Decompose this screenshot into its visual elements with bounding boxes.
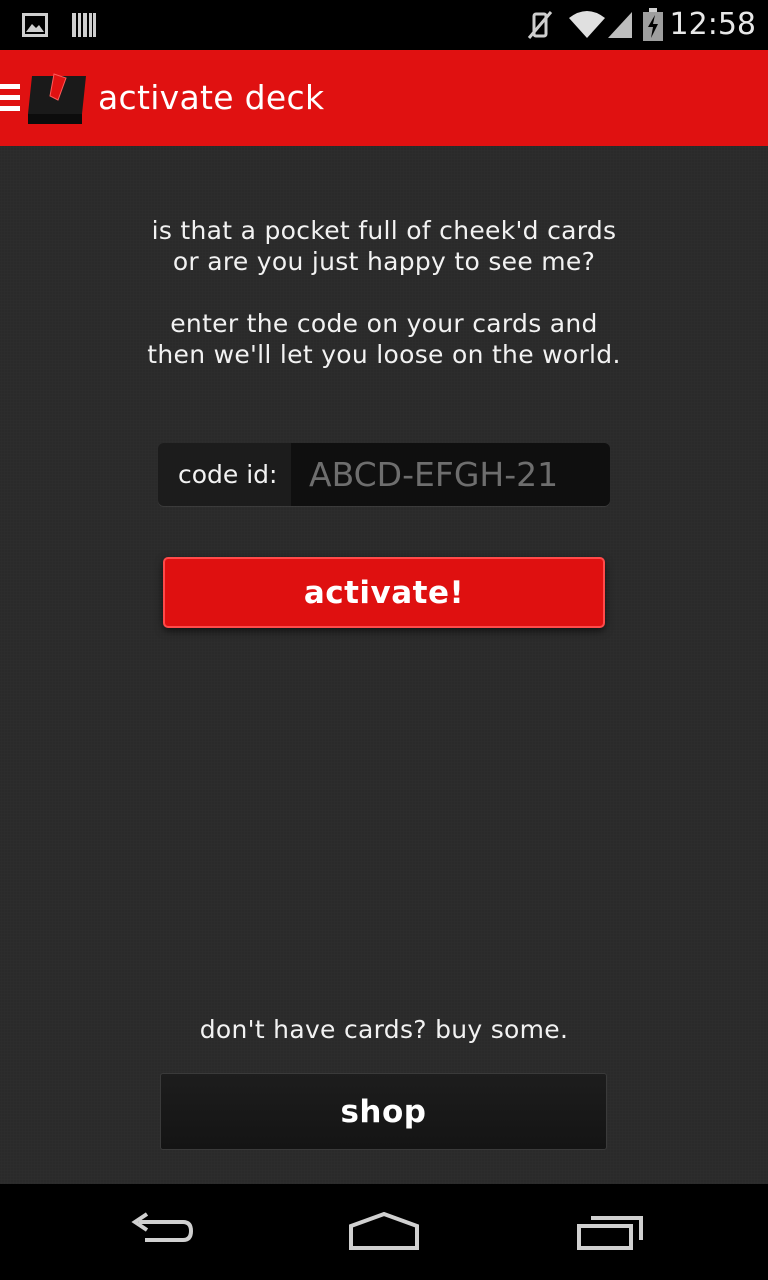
main-content: is that a pocket full of cheek'd cards o… bbox=[0, 146, 768, 1184]
buy-prompt: don't have cards? buy some. bbox=[199, 1015, 569, 1044]
home-icon[interactable] bbox=[324, 1184, 444, 1280]
shop-button[interactable]: shop bbox=[160, 1073, 607, 1150]
battery-icon bbox=[642, 0, 664, 50]
code-id-label: code id: bbox=[178, 460, 278, 489]
wifi-icon bbox=[568, 0, 606, 50]
app-bar: activate deck bbox=[0, 50, 768, 146]
page-title: activate deck bbox=[98, 78, 325, 117]
intro-line: or are you just happy to see me? bbox=[172, 247, 596, 276]
barcode-icon bbox=[72, 0, 96, 50]
clock: 12:58 bbox=[669, 7, 756, 42]
code-id-input[interactable] bbox=[291, 443, 610, 506]
image-icon bbox=[22, 0, 48, 50]
instructions-line: enter the code on your cards and bbox=[170, 309, 598, 338]
status-bar: 12:58 bbox=[0, 0, 768, 50]
signal-icon bbox=[606, 0, 634, 50]
menu-icon[interactable] bbox=[0, 84, 20, 114]
mute-icon bbox=[526, 0, 554, 50]
intro-line: is that a pocket full of cheek'd cards bbox=[151, 216, 617, 245]
recents-icon[interactable] bbox=[550, 1184, 670, 1280]
instructions-text: enter the code on your cards and then we… bbox=[0, 308, 768, 370]
activate-button[interactable]: activate! bbox=[163, 557, 605, 628]
back-icon[interactable] bbox=[100, 1184, 220, 1280]
instructions-line: then we'll let you loose on the world. bbox=[147, 340, 621, 369]
card-box-logo-icon[interactable] bbox=[24, 70, 90, 128]
code-id-row: code id: bbox=[158, 443, 610, 506]
intro-text: is that a pocket full of cheek'd cards o… bbox=[0, 215, 768, 277]
system-nav-bar bbox=[0, 1184, 768, 1280]
